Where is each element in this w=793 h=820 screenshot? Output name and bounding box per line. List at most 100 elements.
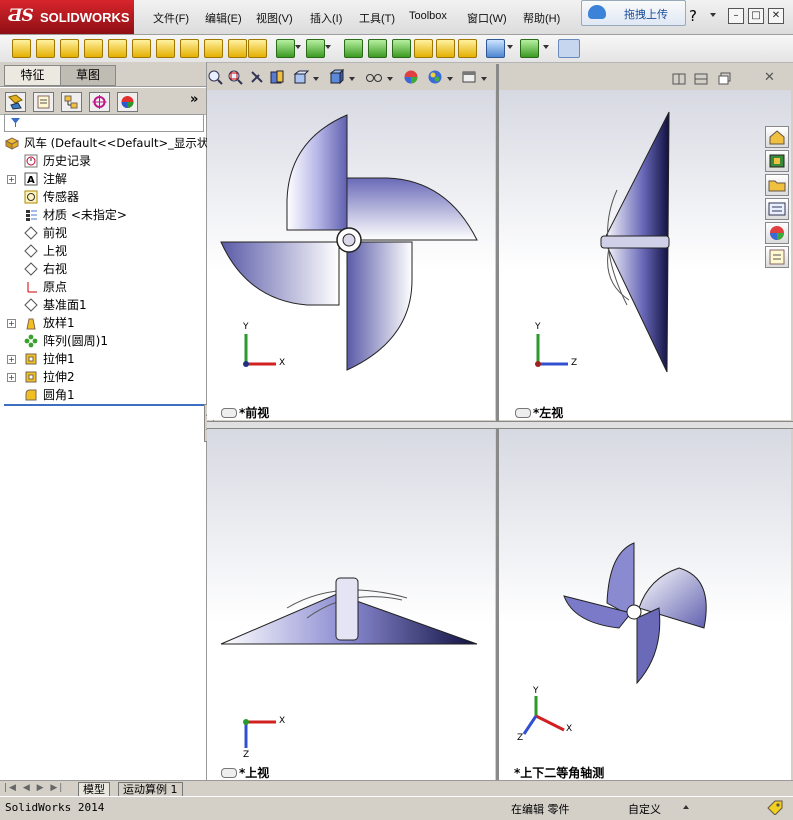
viewport-restore-icon[interactable]: [718, 72, 732, 86]
tree-item-fillet1[interactable]: 圆角1: [0, 386, 206, 404]
viewport-splitter-horizontal[interactable]: [207, 421, 793, 429]
tree-item-history[interactable]: 历史记录: [0, 152, 206, 170]
tree-item-front-plane[interactable]: 前视: [0, 224, 206, 242]
configuration-manager-icon[interactable]: [61, 92, 82, 112]
mirror-icon[interactable]: [458, 39, 477, 58]
units-up-icon[interactable]: [683, 805, 689, 809]
tree-filter[interactable]: [4, 114, 204, 132]
help-dropdown-icon[interactable]: [710, 13, 716, 17]
tab-features[interactable]: 特征: [4, 65, 61, 86]
chamfer-dropdown-icon[interactable]: [295, 45, 301, 49]
tree-item-top-plane[interactable]: 上视: [0, 242, 206, 260]
menu-insert[interactable]: 插入(I): [310, 10, 342, 26]
reference-geometry-icon[interactable]: [486, 39, 505, 58]
draft-icon[interactable]: [368, 39, 387, 58]
lofted-cut-icon[interactable]: [204, 39, 223, 58]
pattern-dropdown-icon[interactable]: [325, 45, 331, 49]
tree-item-loft1[interactable]: + 放样1: [0, 314, 206, 332]
viewport-front[interactable]: [207, 90, 495, 420]
tree-root[interactable]: 风车 (Default<<Default>_显示状: [0, 134, 208, 152]
chamfer-icon[interactable]: [276, 39, 295, 58]
apply-scene-icon[interactable]: [427, 69, 443, 85]
tab-scroll-arrows-icon[interactable]: |◀ ◀ ▶ ▶|: [4, 783, 64, 793]
apply-scene-dropdown-icon[interactable]: [447, 77, 453, 81]
tree-item-extrude2[interactable]: + 拉伸2: [0, 368, 206, 386]
linear-pattern-icon[interactable]: [306, 39, 325, 58]
display-manager-icon[interactable]: [117, 92, 138, 112]
fillet-icon[interactable]: [248, 39, 267, 58]
menu-toolbox[interactable]: Toolbox: [409, 10, 447, 22]
link-views-icon[interactable]: [221, 408, 237, 418]
tile-horizontal-icon[interactable]: [672, 72, 686, 86]
display-style-icon[interactable]: [329, 69, 345, 85]
menu-tools[interactable]: 工具(T): [359, 10, 395, 26]
section-view-icon[interactable]: [269, 69, 285, 85]
menu-edit[interactable]: 编辑(E): [205, 10, 242, 26]
tree-item-sensors[interactable]: 传感器: [0, 188, 206, 206]
tree-item-origin[interactable]: 原点: [0, 278, 206, 296]
extruded-cut-icon[interactable]: [132, 39, 151, 58]
tab-sketch[interactable]: 草图: [60, 65, 116, 86]
hide-show-dropdown-icon[interactable]: [387, 77, 393, 81]
view-settings-dropdown-icon[interactable]: [481, 77, 487, 81]
extrude-boss-icon[interactable]: [12, 39, 31, 58]
display-style-dropdown-icon[interactable]: [349, 77, 355, 81]
viewport-close-icon[interactable]: ✕: [764, 70, 775, 85]
taskpane-file-explorer-icon[interactable]: [765, 198, 789, 220]
curves-icon[interactable]: [520, 39, 539, 58]
upload-button[interactable]: 拖拽上传: [581, 0, 686, 26]
taskpane-resources-icon[interactable]: [765, 150, 789, 172]
previous-view-icon[interactable]: [249, 69, 265, 85]
expand-icon[interactable]: +: [7, 355, 16, 364]
edit-appearance-icon[interactable]: [403, 69, 419, 85]
tree-item-extrude1[interactable]: + 拉伸1: [0, 350, 206, 368]
tile-vertical-icon[interactable]: [694, 72, 708, 86]
instant3d-icon[interactable]: [558, 39, 580, 58]
tab-motion-study[interactable]: 运动算例 1: [118, 782, 183, 797]
intersect-icon[interactable]: [436, 39, 455, 58]
swept-cut-icon[interactable]: [180, 39, 199, 58]
expand-icon[interactable]: +: [7, 175, 16, 184]
property-manager-icon[interactable]: [33, 92, 54, 112]
boundary-boss-icon[interactable]: [108, 39, 127, 58]
tree-item-material[interactable]: 材质 <未指定>: [0, 206, 206, 224]
viewport-left[interactable]: [499, 90, 791, 420]
status-units[interactable]: 自定义: [628, 801, 661, 817]
menu-file[interactable]: 文件(F): [153, 10, 189, 26]
rib-icon[interactable]: [344, 39, 363, 58]
curves-dropdown-icon[interactable]: [543, 45, 549, 49]
rollback-bar[interactable]: [4, 404, 204, 406]
feature-manager-icon[interactable]: [5, 92, 26, 112]
taskpane-home-icon[interactable]: [765, 126, 789, 148]
sweep-boss-icon[interactable]: [60, 39, 79, 58]
revolve-boss-icon[interactable]: [36, 39, 55, 58]
link-views-icon[interactable]: [515, 408, 531, 418]
tree-item-plane1[interactable]: 基准面1: [0, 296, 206, 314]
tree-item-annotations[interactable]: + A 注解: [0, 170, 206, 188]
expand-tabs-icon[interactable]: »: [190, 92, 198, 107]
solidworks-logo[interactable]: ƋS SOLIDWORKS: [0, 0, 134, 34]
view-orientation-dropdown-icon[interactable]: [313, 77, 319, 81]
rebuild-tag-icon[interactable]: [766, 799, 784, 815]
taskpane-custom-properties-icon[interactable]: [765, 246, 789, 268]
shell-icon[interactable]: [392, 39, 411, 58]
close-button[interactable]: ✕: [768, 8, 784, 24]
zoom-area-icon[interactable]: [227, 69, 243, 85]
taskpane-appearances-icon[interactable]: [765, 222, 789, 244]
zoom-to-fit-icon[interactable]: [207, 69, 223, 85]
tab-model[interactable]: 模型: [78, 782, 110, 797]
view-orientation-icon[interactable]: [293, 69, 309, 85]
revolved-cut-icon[interactable]: [156, 39, 175, 58]
dimxpert-icon[interactable]: [89, 92, 110, 112]
menu-help[interactable]: 帮助(H): [523, 10, 560, 26]
link-views-icon[interactable]: [221, 768, 237, 778]
boundary-cut-icon[interactable]: [228, 39, 247, 58]
help-icon[interactable]: ?: [689, 7, 697, 25]
restore-button[interactable]: □: [748, 8, 764, 24]
tree-item-circular-pattern1[interactable]: 阵列(圆周)1: [0, 332, 206, 350]
expand-icon[interactable]: +: [7, 319, 16, 328]
wrap-icon[interactable]: [414, 39, 433, 58]
view-settings-icon[interactable]: [461, 69, 477, 85]
minimize-button[interactable]: –: [728, 8, 744, 24]
taskpane-design-library-icon[interactable]: [765, 174, 789, 196]
